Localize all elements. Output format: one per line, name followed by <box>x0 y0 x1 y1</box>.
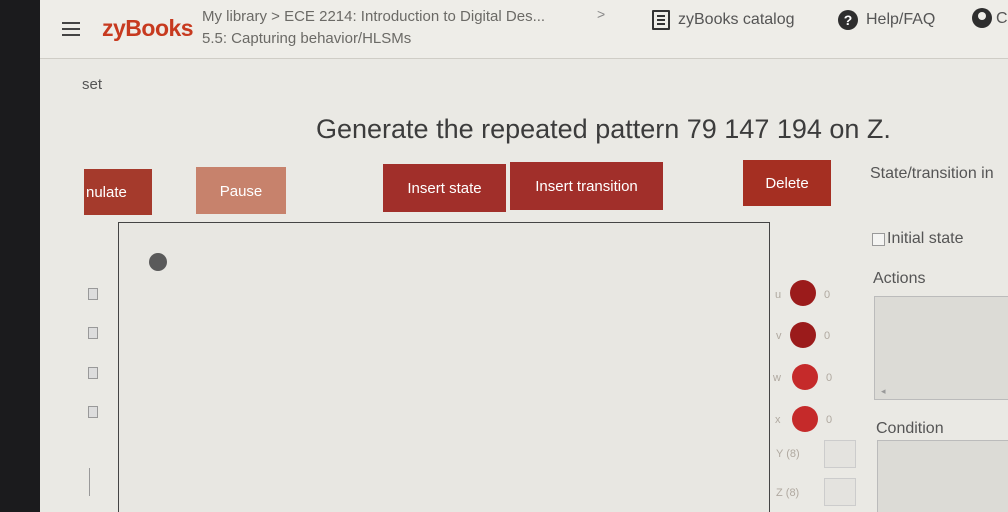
output-u-value: 0 <box>824 289 831 301</box>
output-x-value: 0 <box>826 414 833 426</box>
hamburger-icon[interactable] <box>62 22 80 36</box>
output-v-indicator <box>790 322 816 348</box>
state-diagram-canvas[interactable] <box>118 222 770 512</box>
initial-state-checkbox[interactable] <box>872 232 885 246</box>
actions-textarea[interactable]: ◂ <box>874 296 1008 400</box>
screen: zyBooks My library > ECE 2214: Introduct… <box>40 0 1008 512</box>
initial-state-option[interactable]: Initial state <box>872 230 963 248</box>
insert-transition-button[interactable]: Insert transition <box>510 162 663 210</box>
condition-label: Condition <box>876 420 944 437</box>
output-x-indicator <box>792 406 818 432</box>
simulate-button[interactable]: nulate <box>84 169 152 215</box>
help-link[interactable]: ? Help/FAQ <box>838 10 935 30</box>
side-panel-heading: State/transition in <box>870 165 994 182</box>
input-bar <box>89 468 90 496</box>
input-toggle[interactable] <box>88 406 98 418</box>
catalog-label: zyBooks catalog <box>678 11 795 28</box>
output-y-box <box>824 440 856 468</box>
output-v-label: v <box>776 330 782 342</box>
breadcrumb-chevron[interactable]: > <box>597 6 605 22</box>
breadcrumb-section: 5.5: Capturing behavior/HLSMs <box>202 30 412 47</box>
output-w-indicator <box>792 364 818 390</box>
help-label: Help/FAQ <box>866 11 936 28</box>
breadcrumb-path[interactable]: My library > ECE 2214: Introduction to D… <box>202 6 545 28</box>
input-toggle[interactable] <box>88 288 98 300</box>
delete-button[interactable]: Delete <box>743 160 831 206</box>
output-z-box <box>824 478 856 506</box>
output-x-label: x <box>775 414 781 426</box>
help-icon: ? <box>838 10 858 30</box>
breadcrumb: My library > ECE 2214: Introduction to D… <box>202 6 545 50</box>
task-prompt: Generate the repeated pattern 79 147 194… <box>316 114 891 144</box>
output-u-label: u <box>775 289 782 301</box>
output-w-value: 0 <box>826 372 833 384</box>
initial-state-marker[interactable] <box>149 253 167 271</box>
input-toggle[interactable] <box>88 327 98 339</box>
actions-label: Actions <box>873 270 926 287</box>
pause-button[interactable]: Pause <box>196 167 286 214</box>
monitor-bezel <box>0 0 40 512</box>
insert-state-button[interactable]: Insert state <box>383 164 506 212</box>
scroll-left-icon[interactable]: ◂ <box>881 386 886 397</box>
output-y-label: Y (8) <box>776 448 800 460</box>
user-icon[interactable] <box>972 8 992 28</box>
catalog-icon <box>652 10 670 30</box>
zybooks-logo[interactable]: zyBooks <box>102 15 194 42</box>
initial-state-label: Initial state <box>887 230 964 247</box>
output-z-label: Z (8) <box>776 487 800 499</box>
user-menu-label[interactable]: C <box>996 10 1008 28</box>
output-u-indicator <box>790 280 816 306</box>
input-toggle[interactable] <box>88 367 98 379</box>
output-v-value: 0 <box>824 330 831 342</box>
output-w-label: w <box>773 372 781 384</box>
condition-textarea[interactable] <box>877 440 1008 512</box>
catalog-link[interactable]: zyBooks catalog <box>652 10 795 30</box>
reset-link[interactable]: set <box>82 76 102 93</box>
top-bar: zyBooks My library > ECE 2214: Introduct… <box>40 0 1008 59</box>
